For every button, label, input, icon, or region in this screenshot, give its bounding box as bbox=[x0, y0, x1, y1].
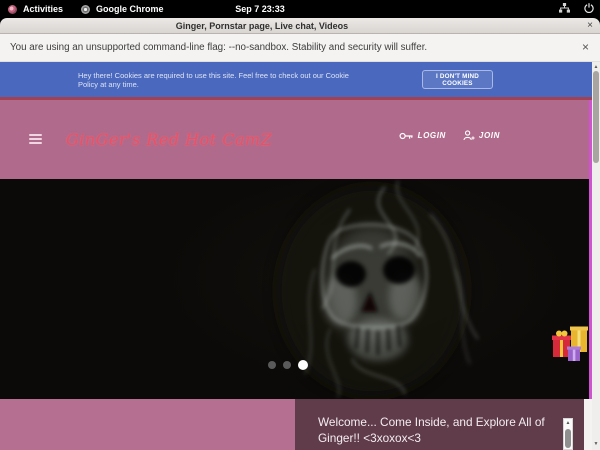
key-icon bbox=[399, 131, 414, 141]
join-label: JOIN bbox=[479, 131, 500, 140]
topbar-left: Activities Google Chrome bbox=[8, 0, 166, 18]
add-user-icon bbox=[463, 130, 475, 141]
distro-icon bbox=[8, 5, 17, 14]
clock[interactable]: Sep 7 23:33 bbox=[200, 0, 320, 18]
site-nav: LOGIN JOIN bbox=[399, 130, 500, 141]
window-title: Ginger, Pornstar page, Live chat, Videos bbox=[0, 18, 524, 34]
welcome-scrollbar-thumb[interactable] bbox=[565, 429, 571, 448]
gnome-topbar: Activities Google Chrome Sep 7 23:33 bbox=[0, 0, 600, 18]
topbar-status-icons bbox=[559, 0, 594, 18]
page-scrollbar[interactable]: ▲ ▼ bbox=[592, 62, 600, 450]
screen: Activities Google Chrome Sep 7 23:33 bbox=[0, 0, 600, 450]
login-label: LOGIN bbox=[418, 131, 446, 140]
carousel-dot[interactable] bbox=[283, 361, 291, 369]
page-scrollbar-thumb[interactable] bbox=[593, 71, 599, 163]
hero-carousel[interactable] bbox=[0, 179, 592, 399]
cookie-message: Hey there! Cookies are required to use t… bbox=[78, 62, 360, 97]
focused-app-menu[interactable]: Google Chrome bbox=[94, 4, 166, 14]
welcome-panel: Welcome... Come Inside, and Explore All … bbox=[295, 399, 592, 450]
carousel-dots bbox=[268, 360, 308, 370]
page-edge-strip bbox=[584, 399, 592, 450]
infobar-close-icon[interactable]: × bbox=[582, 34, 589, 62]
web-page: Hey there! Cookies are required to use t… bbox=[0, 62, 592, 450]
chrome-infobar: You are using an unsupported command-lin… bbox=[0, 34, 600, 62]
login-button[interactable]: LOGIN bbox=[399, 131, 446, 141]
cookie-accept-button[interactable]: I DON'T MIND COOKIES bbox=[422, 70, 493, 89]
power-icon[interactable] bbox=[584, 3, 594, 15]
welcome-scrollbar[interactable]: ▲ bbox=[563, 418, 573, 450]
site-header: GinGer's Red Hot CamZ LOGIN bbox=[0, 100, 592, 179]
chrome-icon bbox=[81, 5, 90, 14]
cookie-banner: Hey there! Cookies are required to use t… bbox=[0, 62, 592, 97]
window-titlebar[interactable]: Ginger, Pornstar page, Live chat, Videos… bbox=[0, 18, 600, 34]
bottom-section: Welcome... Come Inside, and Explore All … bbox=[0, 399, 592, 450]
carousel-dot[interactable] bbox=[298, 360, 308, 370]
site-logo[interactable]: GinGer's Red Hot CamZ bbox=[66, 122, 241, 156]
network-icon[interactable] bbox=[559, 3, 570, 15]
activities-button[interactable]: Activities bbox=[21, 4, 65, 14]
gift-boxes-sticker[interactable] bbox=[552, 321, 592, 363]
join-button[interactable]: JOIN bbox=[463, 130, 500, 141]
welcome-message: Welcome... Come Inside, and Explore All … bbox=[318, 415, 561, 446]
site-logo-text: GinGer's Red Hot CamZ bbox=[66, 130, 272, 149]
window-close-icon[interactable]: × bbox=[587, 18, 593, 34]
hamburger-menu-icon[interactable] bbox=[29, 134, 42, 145]
scroll-up-icon[interactable]: ▲ bbox=[564, 419, 572, 428]
carousel-dot[interactable] bbox=[268, 361, 276, 369]
infobar-message: You are using an unsupported command-lin… bbox=[10, 34, 427, 62]
scrollbar-down-icon[interactable]: ▼ bbox=[592, 439, 600, 449]
